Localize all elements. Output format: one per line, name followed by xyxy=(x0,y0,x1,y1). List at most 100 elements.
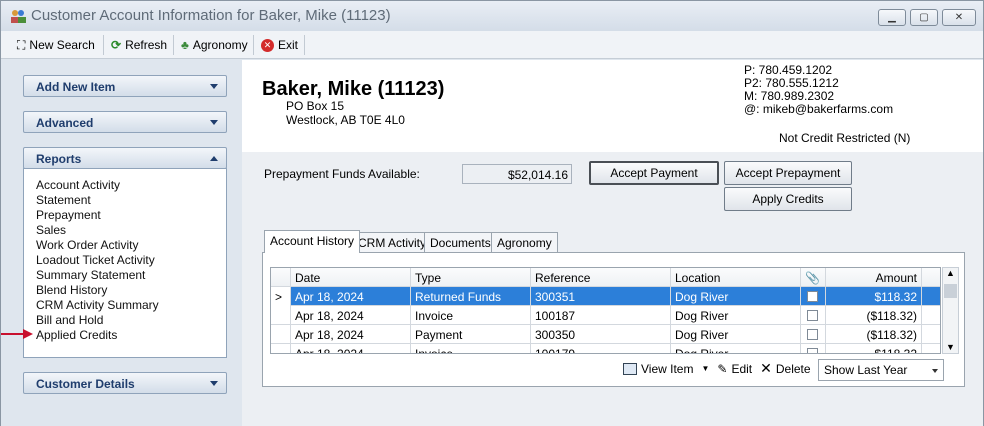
dropdown-arrow-icon[interactable]: ▼ xyxy=(701,364,709,373)
customer-details-label: Customer Details xyxy=(36,377,135,391)
exit-label: Exit xyxy=(278,38,299,52)
prepay-label: Prepayment Funds Available: xyxy=(264,167,420,181)
exit-button[interactable]: ✕ Exit xyxy=(257,34,302,56)
grid-scrollbar[interactable]: ▲ ▼ xyxy=(942,267,959,354)
edit-button[interactable]: ✎ Edit xyxy=(717,362,752,376)
minimize-button[interactable]: ▁ xyxy=(878,9,906,26)
tab-agronomy[interactable]: Agronomy xyxy=(491,232,558,253)
report-item[interactable]: Loadout Ticket Activity xyxy=(36,253,155,267)
table-row[interactable]: > Apr 18, 2024 Returned Funds 300351 Dog… xyxy=(271,287,940,306)
address-line-1: PO Box 15 xyxy=(286,99,345,113)
chevron-down-icon xyxy=(932,369,938,373)
report-item-applied-credits[interactable]: Applied Credits xyxy=(36,328,117,342)
edit-label: Edit xyxy=(731,361,753,376)
main-panel: Prepayment Funds Available: $52,014.16 A… xyxy=(242,152,983,426)
agronomy-label: Agronomy xyxy=(192,38,248,52)
tab-crm-activity[interactable]: CRM Activity xyxy=(352,232,433,253)
tab-documents[interactable]: Documents xyxy=(424,232,497,253)
attachment-checkbox[interactable] xyxy=(807,348,818,353)
report-item[interactable]: Sales xyxy=(36,223,66,237)
pointer-arrow-icon xyxy=(1,329,33,339)
cell-amount: $118.32 xyxy=(826,287,922,306)
report-item[interactable]: Bill and Hold xyxy=(36,313,103,327)
table-row[interactable]: Apr 18, 2024 Invoice 100179 Dog River $1… xyxy=(271,344,940,353)
add-new-item-section[interactable]: Add New Item xyxy=(23,75,227,97)
row-marker xyxy=(271,325,291,344)
col-attachment[interactable]: 📎 xyxy=(801,268,826,287)
cell-reference: 300350 xyxy=(531,325,671,344)
customer-name: Baker, Mike (11123) xyxy=(262,78,445,100)
cell-location: Dog River xyxy=(671,287,801,306)
advanced-section[interactable]: Advanced xyxy=(23,111,227,133)
accept-prepayment-button[interactable]: Accept Prepayment xyxy=(724,161,852,185)
cell-reference: 300351 xyxy=(531,287,671,306)
grid-actions: View Item ▼ ✎ Edit ✕ Delete xyxy=(623,360,819,377)
scroll-down-icon[interactable]: ▼ xyxy=(943,342,958,352)
account-history-panel: Date Type Reference Location 📎 Amount > … xyxy=(262,252,965,387)
row-marker xyxy=(271,344,291,353)
report-item[interactable]: Statement xyxy=(36,193,91,207)
report-item[interactable]: Account Activity xyxy=(36,178,120,192)
maximize-button[interactable]: ▢ xyxy=(910,9,938,26)
attachment-checkbox[interactable] xyxy=(807,291,818,302)
grid-header: Date Type Reference Location 📎 Amount xyxy=(271,268,940,287)
agronomy-button[interactable]: ♣ Agronomy xyxy=(177,34,252,56)
col-amount[interactable]: Amount xyxy=(826,268,922,287)
window-title: Customer Account Information for Baker, … xyxy=(31,7,391,24)
row-marker: > xyxy=(271,287,291,306)
scroll-up-icon[interactable]: ▲ xyxy=(943,268,958,282)
reports-label: Reports xyxy=(36,152,82,166)
pencil-icon: ✎ xyxy=(717,361,728,376)
sidebar: Add New Item Advanced Reports Account Ac… xyxy=(1,60,242,426)
table-row[interactable]: Apr 18, 2024 Invoice 100187 Dog River ($… xyxy=(271,306,940,325)
view-item-label: View Item xyxy=(641,361,694,376)
refresh-button[interactable]: ⟳ Refresh xyxy=(107,34,171,56)
report-item[interactable]: Work Order Activity xyxy=(36,238,138,252)
view-item-button[interactable]: View Item ▼ xyxy=(623,362,709,376)
col-date[interactable]: Date xyxy=(291,268,411,287)
delete-button[interactable]: ✕ Delete xyxy=(760,360,810,377)
scroll-thumb[interactable] xyxy=(944,284,957,298)
cell-date: Apr 18, 2024 xyxy=(291,325,411,344)
reports-section[interactable]: Reports xyxy=(23,147,227,169)
cell-reference: 100187 xyxy=(531,306,671,325)
report-item[interactable]: Blend History xyxy=(36,283,107,297)
advanced-label: Advanced xyxy=(36,116,94,130)
new-search-button[interactable]: ⛶ New Search xyxy=(13,34,99,56)
customer-details-section[interactable]: Customer Details xyxy=(23,372,227,394)
chevron-down-icon xyxy=(210,120,218,125)
row-marker xyxy=(271,306,291,325)
report-item[interactable]: Prepayment xyxy=(36,208,101,222)
cell-date: Apr 18, 2024 xyxy=(291,306,411,325)
cell-reference: 100179 xyxy=(531,344,671,353)
customer-header: Baker, Mike (11123) PO Box 15 Westlock, … xyxy=(242,60,983,152)
tab-account-history[interactable]: Account History xyxy=(264,230,361,253)
agronomy-icon: ♣ xyxy=(181,38,189,52)
customers-icon xyxy=(11,10,26,23)
date-range-select[interactable]: Show Last Year xyxy=(818,359,944,381)
attachment-checkbox[interactable] xyxy=(807,329,818,340)
table-row[interactable]: Apr 18, 2024 Payment 300350 Dog River ($… xyxy=(271,325,940,344)
col-location[interactable]: Location xyxy=(671,268,801,287)
email: @: mikeb@bakerfarms.com xyxy=(744,102,894,116)
date-range-value: Show Last Year xyxy=(824,363,908,377)
attachment-checkbox[interactable] xyxy=(807,310,818,321)
address-line-2: Westlock, AB T0E 4L0 xyxy=(286,113,405,127)
credit-status: Not Credit Restricted (N) xyxy=(779,131,911,145)
binoculars-icon: ⛶ xyxy=(17,37,26,52)
view-item-icon xyxy=(623,362,637,375)
app-window: Customer Account Information for Baker, … xyxy=(0,0,984,426)
chevron-up-icon xyxy=(210,156,218,161)
accept-payment-button[interactable]: Accept Payment xyxy=(589,161,719,185)
new-search-label: New Search xyxy=(29,38,95,52)
report-item[interactable]: Summary Statement xyxy=(36,268,145,282)
close-button[interactable]: ✕ xyxy=(942,9,976,26)
phone-primary: P: 780.459.1202 xyxy=(744,63,833,77)
cell-location: Dog River xyxy=(671,306,801,325)
col-reference[interactable]: Reference xyxy=(531,268,671,287)
cell-amount: ($118.32) xyxy=(826,306,922,325)
col-type[interactable]: Type xyxy=(411,268,531,287)
apply-credits-button[interactable]: Apply Credits xyxy=(724,187,852,211)
report-item[interactable]: CRM Activity Summary xyxy=(36,298,159,312)
cell-type: Invoice xyxy=(411,306,531,325)
